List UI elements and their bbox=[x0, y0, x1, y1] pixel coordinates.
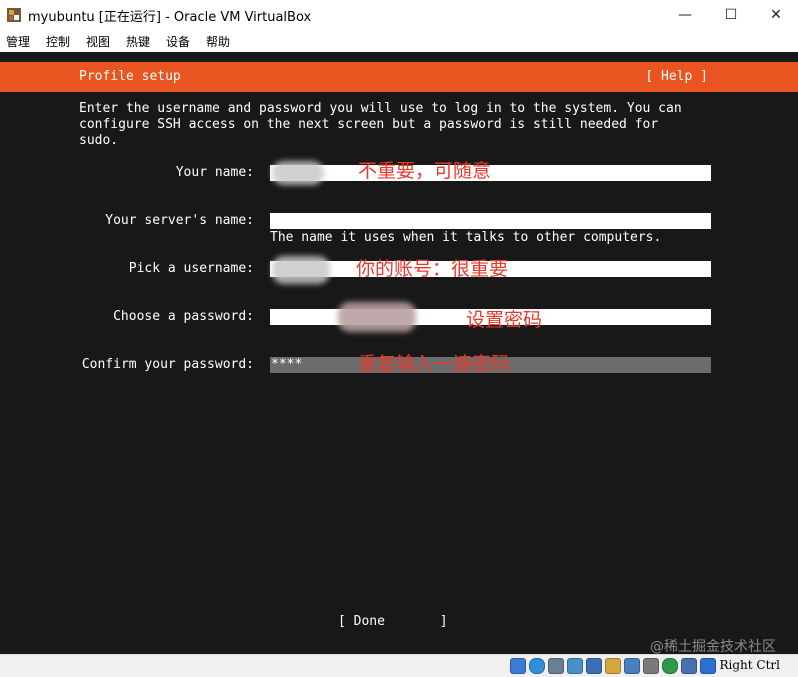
mouse-integration-icon[interactable] bbox=[681, 658, 697, 674]
keyboard-capture-icon[interactable] bbox=[700, 658, 716, 674]
server-name-label: Your server's name: bbox=[105, 213, 254, 228]
audio-icon[interactable] bbox=[548, 658, 564, 674]
server-name-hint: The name it uses when it talks to other … bbox=[270, 230, 662, 245]
shared-folders-icon[interactable] bbox=[605, 658, 621, 674]
virtualbox-app-icon bbox=[7, 8, 21, 22]
page-title: Profile setup bbox=[79, 69, 181, 84]
menu-hotkeys[interactable]: 热键 bbox=[126, 33, 150, 50]
window-title: myubuntu [正在运行] - Oracle VM VirtualBox bbox=[28, 10, 312, 25]
intro-line: Enter the username and password you will… bbox=[79, 101, 682, 116]
vm-screen[interactable]: Profile setup [ Help ] Enter the usernam… bbox=[0, 52, 798, 654]
display-icon[interactable] bbox=[624, 658, 640, 674]
usb-icon[interactable] bbox=[586, 658, 602, 674]
privacy-blur bbox=[272, 161, 324, 185]
hard-disk-icon[interactable] bbox=[510, 658, 526, 674]
host-key-label: Right Ctrl bbox=[719, 658, 781, 672]
password-value: **** bbox=[271, 309, 303, 324]
window-titlebar: myubuntu [正在运行] - Oracle VM VirtualBox —… bbox=[0, 0, 798, 30]
network-icon[interactable] bbox=[567, 658, 583, 674]
privacy-blur bbox=[272, 256, 330, 284]
recording-icon[interactable] bbox=[643, 658, 659, 674]
server-name-input[interactable]: ubuntu2004 bbox=[270, 213, 711, 229]
done-button[interactable]: [ Done ] bbox=[338, 614, 448, 630]
annotation-confirm-password: 重复输入一遍密码 bbox=[358, 353, 511, 375]
intro-line: sudo. bbox=[79, 133, 119, 148]
menu-manage[interactable]: 管理 bbox=[6, 33, 30, 50]
installer-header: Profile setup [ Help ] bbox=[0, 62, 798, 92]
annotation-password: 设置密码 bbox=[466, 309, 543, 331]
intro-text: Enter the username and password you will… bbox=[79, 101, 682, 149]
status-bar: Right Ctrl bbox=[0, 654, 798, 677]
intro-line: configure SSH access on the next screen … bbox=[79, 117, 659, 132]
annotation-your-name: 不重要，可随意 bbox=[358, 160, 492, 182]
close-button[interactable]: ✕ bbox=[753, 0, 798, 30]
minimize-icon: — bbox=[678, 7, 692, 23]
maximize-icon: ☐ bbox=[724, 7, 738, 23]
password-label: Choose a password: bbox=[113, 309, 254, 324]
menu-view[interactable]: 视图 bbox=[86, 33, 110, 50]
optical-drive-icon[interactable] bbox=[529, 658, 545, 674]
server-name-value: ubuntu2004 bbox=[271, 213, 350, 228]
close-icon: ✕ bbox=[770, 7, 782, 23]
annotation-username: 你的账号：很重要 bbox=[356, 258, 509, 280]
username-label: Pick a username: bbox=[128, 261, 254, 276]
confirm-password-value: **** bbox=[271, 357, 303, 372]
menu-control[interactable]: 控制 bbox=[46, 33, 70, 50]
menu-help[interactable]: 帮助 bbox=[206, 33, 230, 50]
menu-bar: 管理 控制 视图 热键 设备 帮助 bbox=[0, 30, 798, 52]
confirm-password-label: Confirm your password: bbox=[81, 357, 254, 372]
minimize-button[interactable]: — bbox=[662, 0, 708, 30]
watermark: @稀土掘金技术社区 bbox=[650, 639, 776, 654]
privacy-blur bbox=[338, 302, 416, 332]
maximize-button[interactable]: ☐ bbox=[708, 0, 754, 30]
your-name-label: Your name: bbox=[175, 165, 254, 180]
cpu-icon[interactable] bbox=[662, 658, 678, 674]
menu-devices[interactable]: 设备 bbox=[166, 33, 190, 50]
help-button[interactable]: [ Help ] bbox=[645, 69, 708, 85]
